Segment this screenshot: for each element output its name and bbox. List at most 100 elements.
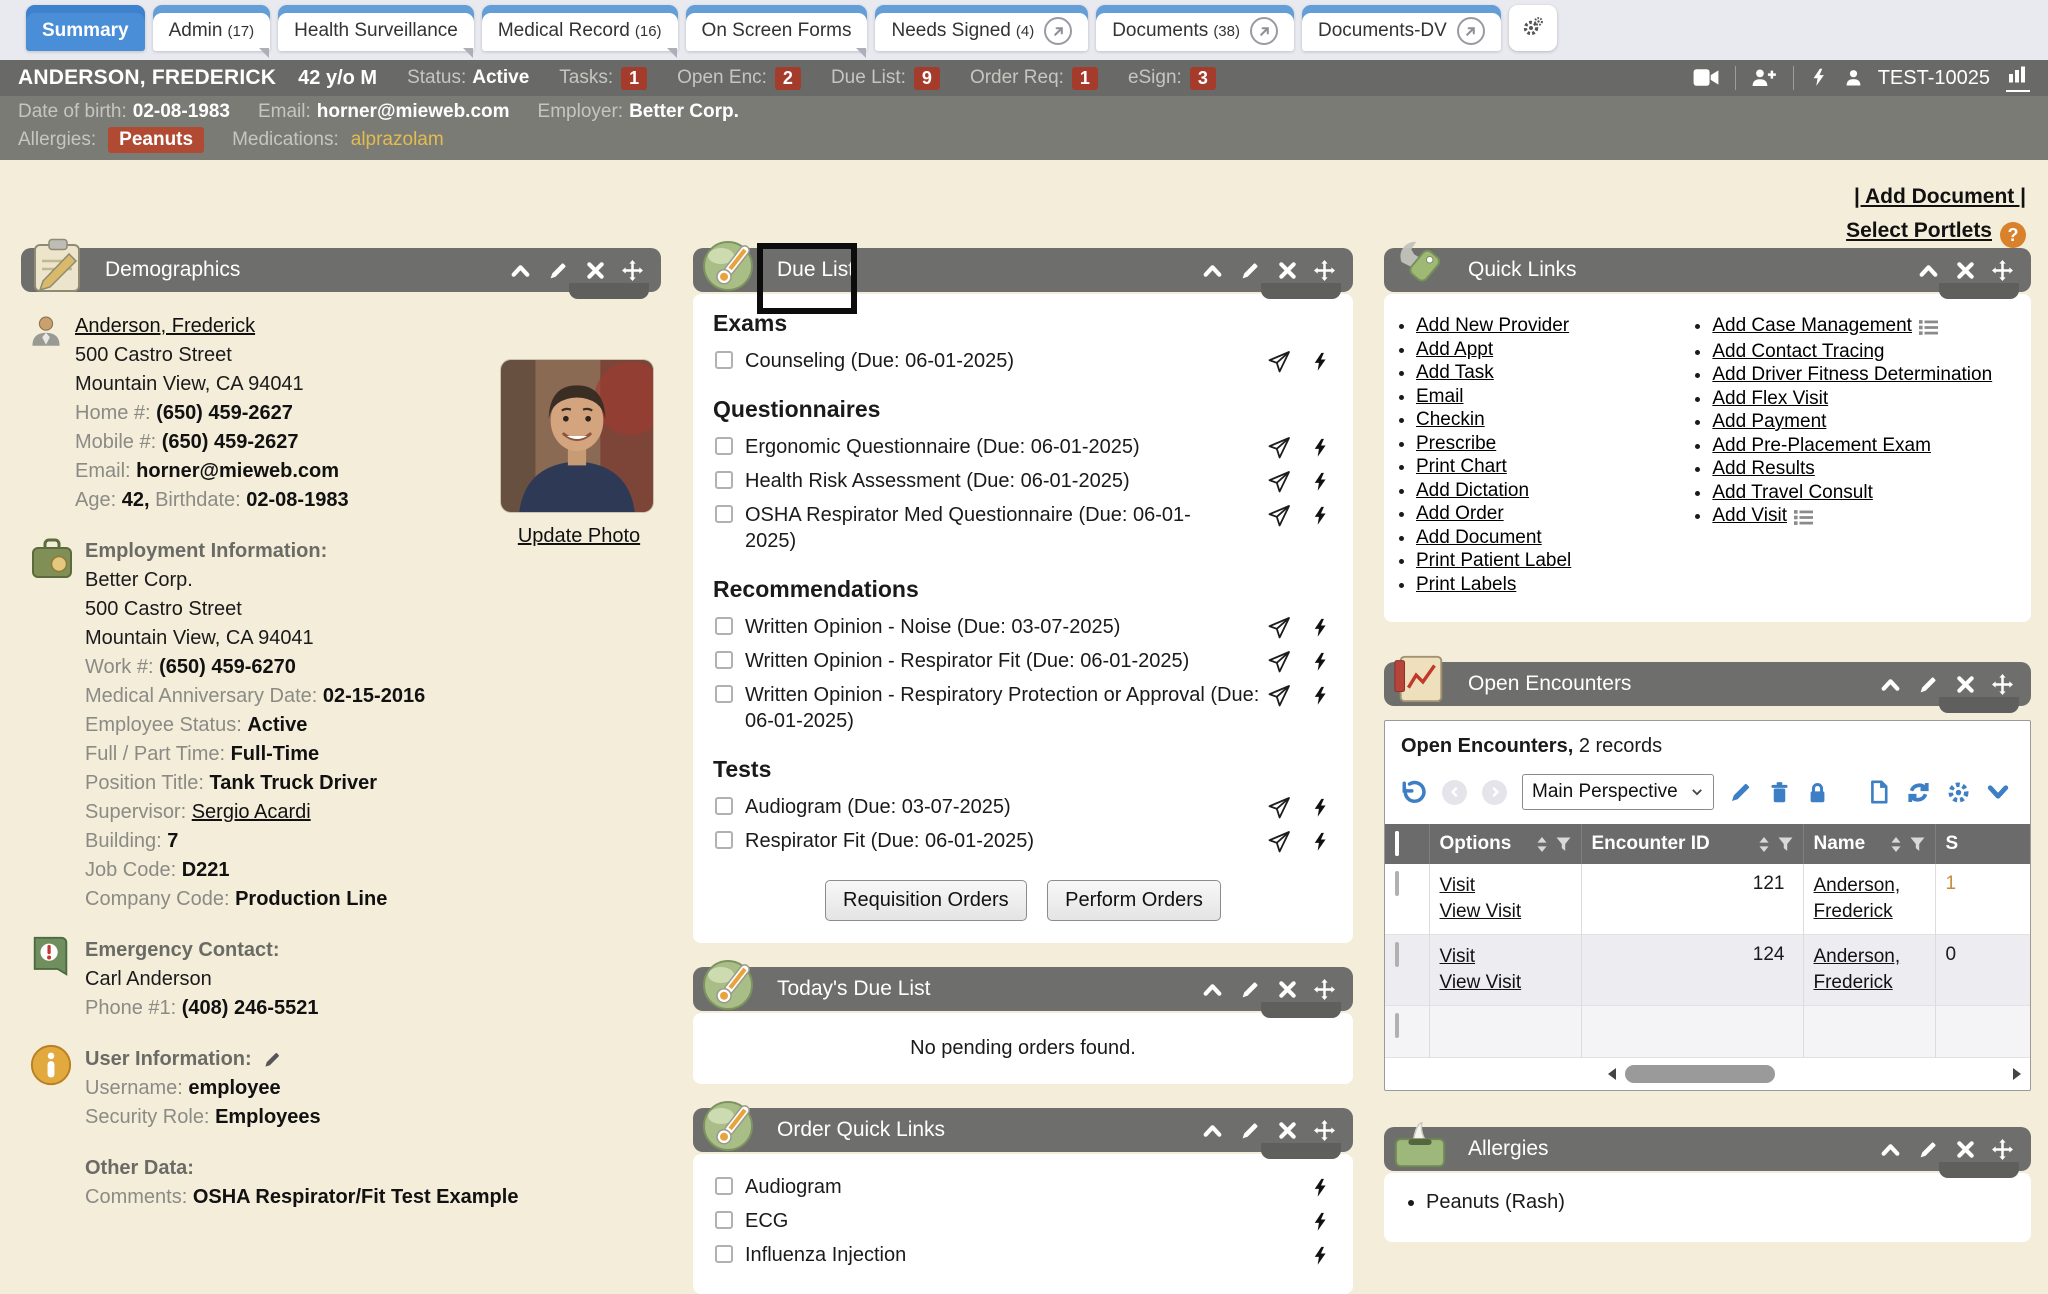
collapse-icon[interactable]: [1918, 258, 1939, 282]
sort-icon[interactable]: [1758, 836, 1770, 853]
perform-now-icon[interactable]: [1311, 348, 1331, 374]
order-req-count-badge[interactable]: 1: [1072, 67, 1098, 90]
horizontal-scrollbar[interactable]: [1385, 1058, 2030, 1090]
trash-icon[interactable]: [1768, 781, 1791, 804]
due-item-checkbox[interactable]: [715, 437, 733, 455]
tab-health-surveillance[interactable]: Health Surveillance: [278, 5, 474, 51]
send-icon[interactable]: [1267, 502, 1291, 528]
due-item-checkbox[interactable]: [715, 617, 733, 635]
edit-icon[interactable]: [1729, 780, 1753, 804]
close-icon[interactable]: [586, 258, 605, 282]
supervisor-link[interactable]: Sergio Acardi: [192, 801, 311, 823]
send-icon[interactable]: [1267, 794, 1291, 820]
quick-link[interactable]: Add Payment: [1712, 411, 1826, 432]
quick-link[interactable]: Add Order: [1416, 503, 1504, 524]
send-icon[interactable]: [1267, 434, 1291, 460]
collapse-icon[interactable]: [1202, 1118, 1223, 1142]
patient-name-link[interactable]: Anderson, Frederick: [75, 315, 255, 337]
row-checkbox[interactable]: [1395, 871, 1399, 896]
scroll-right-icon[interactable]: [2012, 1065, 2022, 1083]
perform-now-icon[interactable]: [1311, 794, 1331, 820]
sort-icon[interactable]: [1890, 836, 1902, 853]
perform-now-icon[interactable]: [1311, 1174, 1331, 1200]
view-visit-link[interactable]: View Visit: [1440, 970, 1571, 996]
view-visit-link[interactable]: View Visit: [1440, 899, 1571, 925]
order-quick-links-portlet-header[interactable]: Order Quick Links: [693, 1108, 1353, 1152]
requisition-orders-button[interactable]: Requisition Orders: [825, 880, 1027, 921]
tab-on-screen-forms[interactable]: On Screen Forms: [686, 5, 868, 51]
row-checkbox[interactable]: [1395, 942, 1399, 967]
quick-link[interactable]: Email: [1416, 386, 1464, 407]
column-header-name[interactable]: Name: [1803, 824, 1935, 864]
close-icon[interactable]: [1278, 258, 1297, 282]
order-item-checkbox[interactable]: [715, 1211, 733, 1229]
filter-icon[interactable]: [1910, 837, 1925, 852]
send-icon[interactable]: [1267, 468, 1291, 494]
perform-now-icon[interactable]: [1311, 614, 1331, 640]
edit-icon[interactable]: [263, 1048, 282, 1070]
perspective-select[interactable]: Main Perspective: [1522, 774, 1714, 810]
quick-link[interactable]: Checkin: [1416, 409, 1485, 430]
next-icon[interactable]: [1482, 780, 1507, 805]
user-icon[interactable]: [1845, 67, 1862, 89]
collapse-icon[interactable]: [510, 258, 531, 282]
tab-admin[interactable]: Admin(17): [153, 5, 271, 51]
close-icon[interactable]: [1956, 1137, 1975, 1161]
quick-link[interactable]: Add Results: [1712, 458, 1814, 479]
patient-name-link[interactable]: Anderson, Frederick: [1814, 873, 1925, 925]
perform-orders-button[interactable]: Perform Orders: [1047, 880, 1221, 921]
external-link-icon[interactable]: [1044, 17, 1072, 45]
patient-name-link[interactable]: Anderson, Frederick: [1814, 944, 1925, 996]
external-link-icon[interactable]: [1457, 17, 1485, 45]
undo-icon[interactable]: [1399, 778, 1427, 806]
edit-icon[interactable]: [1240, 977, 1261, 1001]
scroll-thumb[interactable]: [1625, 1065, 1775, 1083]
add-user-icon[interactable]: [1752, 67, 1777, 89]
due-item-checkbox[interactable]: [715, 505, 733, 523]
due-item-checkbox[interactable]: [715, 351, 733, 369]
send-icon[interactable]: [1267, 614, 1291, 640]
filter-icon[interactable]: [1556, 837, 1571, 852]
order-item-checkbox[interactable]: [715, 1245, 733, 1263]
edit-icon[interactable]: [1240, 1118, 1261, 1142]
move-icon[interactable]: [1992, 672, 2013, 696]
collapse-icon[interactable]: [1202, 258, 1223, 282]
lock-icon[interactable]: [1806, 781, 1829, 804]
send-icon[interactable]: [1267, 682, 1291, 708]
scroll-left-icon[interactable]: [1607, 1065, 1617, 1083]
column-header-options[interactable]: Options: [1429, 824, 1581, 864]
send-icon[interactable]: [1267, 348, 1291, 374]
visit-link[interactable]: Visit: [1440, 944, 1571, 970]
move-icon[interactable]: [622, 258, 643, 282]
column-header-encounter-id[interactable]: Encounter ID: [1581, 824, 1803, 864]
perform-now-icon[interactable]: [1311, 468, 1331, 494]
tab-needs-signed[interactable]: Needs Signed(4): [875, 5, 1088, 51]
perform-now-icon[interactable]: [1311, 828, 1331, 854]
column-header-partial[interactable]: S: [1935, 824, 2031, 864]
update-photo-link[interactable]: Update Photo: [518, 522, 640, 551]
filter-icon[interactable]: [1778, 837, 1793, 852]
collapse-icon[interactable]: [1880, 672, 1901, 696]
close-icon[interactable]: [1956, 258, 1975, 282]
allergies-portlet-header[interactable]: Allergies: [1384, 1127, 2031, 1171]
video-camera-icon[interactable]: [1693, 67, 1719, 89]
perform-now-icon[interactable]: [1311, 1208, 1331, 1234]
edit-icon[interactable]: [1918, 1137, 1939, 1161]
esign-count-badge[interactable]: 3: [1190, 67, 1216, 90]
tab-settings-gear-button[interactable]: [1509, 5, 1557, 51]
gear-icon[interactable]: [1946, 780, 1971, 805]
quick-link[interactable]: Add Flex Visit: [1712, 388, 1828, 409]
tab-documents-dv[interactable]: Documents-DV: [1302, 5, 1501, 51]
tab-medical-record[interactable]: Medical Record(16): [482, 5, 678, 51]
perform-now-icon[interactable]: [1311, 502, 1331, 528]
move-icon[interactable]: [1314, 258, 1335, 282]
move-icon[interactable]: [1992, 1137, 2013, 1161]
due-item-checkbox[interactable]: [715, 651, 733, 669]
edit-icon[interactable]: [1240, 258, 1261, 282]
demographics-portlet-header[interactable]: Demographics: [21, 248, 661, 292]
allergy-badge[interactable]: Peanuts: [108, 127, 204, 153]
quick-link[interactable]: Add Task: [1416, 362, 1494, 383]
move-icon[interactable]: [1314, 1118, 1335, 1142]
quick-link[interactable]: Add Document: [1416, 527, 1542, 548]
tab-documents[interactable]: Documents(38): [1096, 5, 1294, 51]
